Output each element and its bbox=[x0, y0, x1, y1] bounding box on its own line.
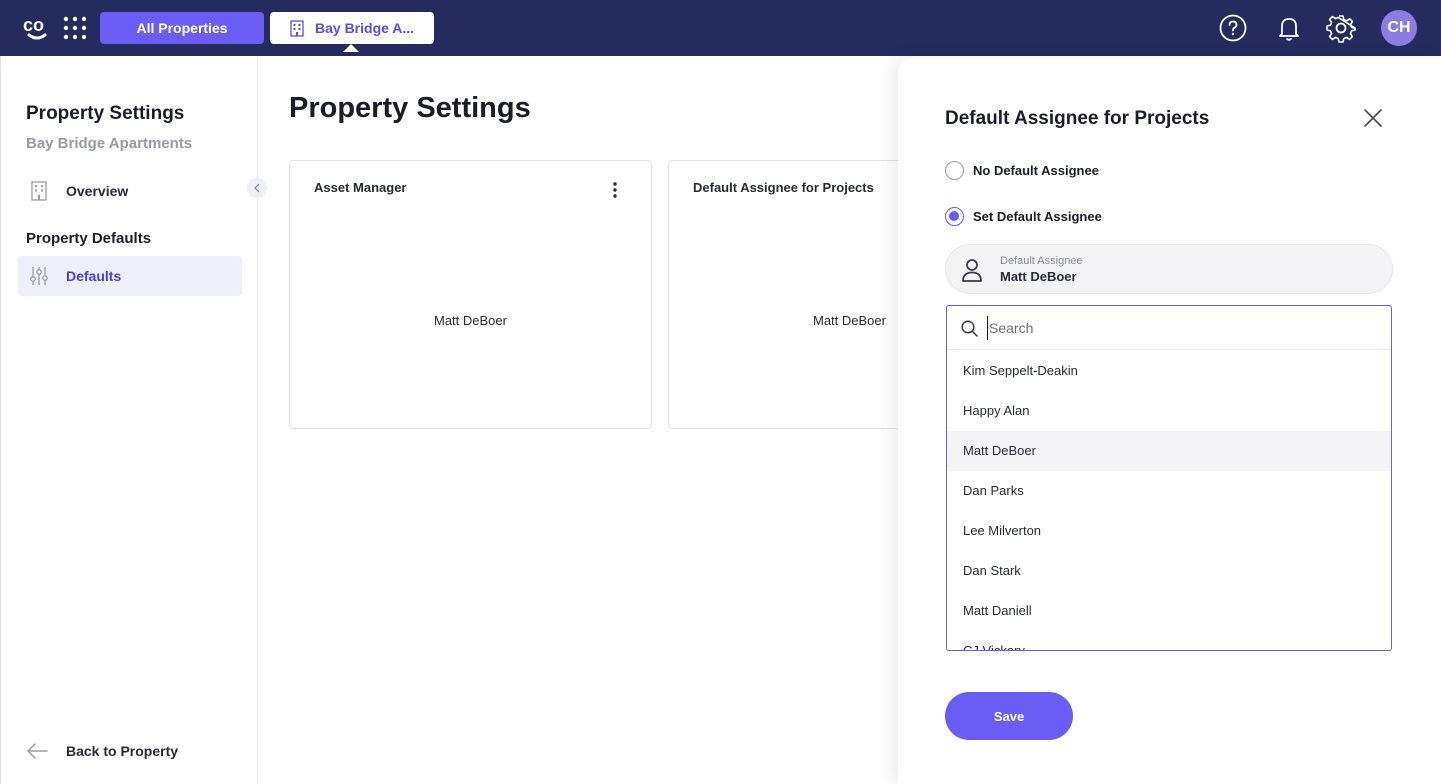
close-icon[interactable] bbox=[1363, 108, 1383, 128]
sidebar-item-defaults[interactable]: Defaults bbox=[18, 256, 242, 296]
default-assignee-select[interactable]: Default Assignee Matt DeBoer bbox=[945, 244, 1393, 294]
card-value: Matt DeBoer bbox=[434, 313, 507, 328]
settings-gear-icon[interactable] bbox=[1326, 13, 1356, 43]
svg-text:co: co bbox=[23, 15, 44, 35]
more-options-icon[interactable] bbox=[607, 181, 623, 199]
help-icon[interactable] bbox=[1218, 13, 1248, 43]
drawer-title: Default Assignee for Projects bbox=[945, 108, 1210, 129]
save-button[interactable]: Save bbox=[945, 692, 1073, 740]
radio-set-default-assignee[interactable]: Set Default Assignee bbox=[945, 206, 1102, 226]
card-title: Default Assignee for Projects bbox=[693, 180, 874, 195]
back-label: Back to Property bbox=[66, 743, 179, 759]
sliders-icon bbox=[30, 267, 48, 285]
building-icon bbox=[31, 181, 47, 201]
dropdown-option[interactable]: Dan Parks bbox=[947, 471, 1391, 511]
radio-label: No Default Assignee bbox=[973, 162, 1099, 178]
dropdown-option[interactable]: Matt Daniell bbox=[947, 591, 1391, 631]
company-logo[interactable]: co bbox=[22, 14, 52, 42]
back-to-property-link[interactable]: Back to Property bbox=[26, 741, 178, 761]
notification-bell-icon[interactable] bbox=[1274, 13, 1304, 43]
dropdown-option-highlighted[interactable]: Matt DeBoer bbox=[947, 431, 1391, 471]
dropdown-option[interactable]: Dan Stark bbox=[947, 551, 1391, 591]
app-grid-icon[interactable] bbox=[63, 16, 87, 40]
property-tab-button[interactable]: Bay Bridge A... bbox=[270, 12, 434, 52]
default-assignee-drawer: Default Assignee for Projects No Default… bbox=[898, 58, 1441, 784]
sidebar-collapse-button[interactable] bbox=[247, 178, 267, 198]
top-navigation-bar: co All Properties Bay Bridge A... CH bbox=[0, 0, 1441, 56]
search-icon bbox=[961, 320, 978, 337]
all-properties-button[interactable]: All Properties bbox=[100, 12, 264, 44]
sidebar-section-heading: Property Defaults bbox=[26, 230, 152, 247]
sidebar-title: Property Settings bbox=[26, 103, 185, 124]
user-avatar[interactable]: CH bbox=[1381, 10, 1417, 46]
search-input[interactable] bbox=[987, 316, 1367, 340]
select-value: Matt DeBoer bbox=[1000, 269, 1077, 284]
card-title: Asset Manager bbox=[314, 180, 407, 195]
user-icon bbox=[962, 259, 982, 282]
asset-manager-card: Asset Manager Matt DeBoer bbox=[289, 160, 652, 429]
dropdown-search-row bbox=[947, 306, 1391, 350]
select-label: Default Assignee bbox=[1000, 255, 1083, 267]
sidebar: Property Settings Bay Bridge Apartments … bbox=[0, 56, 258, 784]
dropdown-option[interactable]: CJ Vickery bbox=[947, 631, 1391, 650]
property-tab-label: Bay Bridge A... bbox=[315, 20, 415, 36]
radio-no-default-assignee[interactable]: No Default Assignee bbox=[945, 160, 1099, 180]
building-icon bbox=[290, 20, 304, 37]
sidebar-item-overview[interactable]: Overview bbox=[18, 171, 242, 211]
sidebar-item-label: Overview bbox=[66, 183, 129, 199]
dropdown-option[interactable]: Happy Alan bbox=[947, 391, 1391, 431]
radio-button-checked[interactable] bbox=[945, 206, 964, 226]
radio-label: Set Default Assignee bbox=[973, 208, 1102, 224]
dropdown-option[interactable]: Lee Milverton bbox=[947, 511, 1391, 551]
chevron-left-icon bbox=[254, 183, 260, 193]
radio-button-unchecked[interactable] bbox=[945, 160, 964, 180]
arrow-left-icon bbox=[27, 743, 48, 759]
assignee-dropdown-list: Kim Seppelt-Deakin Happy Alan Matt DeBoe… bbox=[946, 305, 1392, 651]
page-title: Property Settings bbox=[289, 92, 531, 124]
sidebar-subtitle: Bay Bridge Apartments bbox=[26, 135, 193, 152]
dropdown-option[interactable]: Kim Seppelt-Deakin bbox=[947, 351, 1391, 391]
sidebar-item-label: Defaults bbox=[66, 268, 122, 284]
